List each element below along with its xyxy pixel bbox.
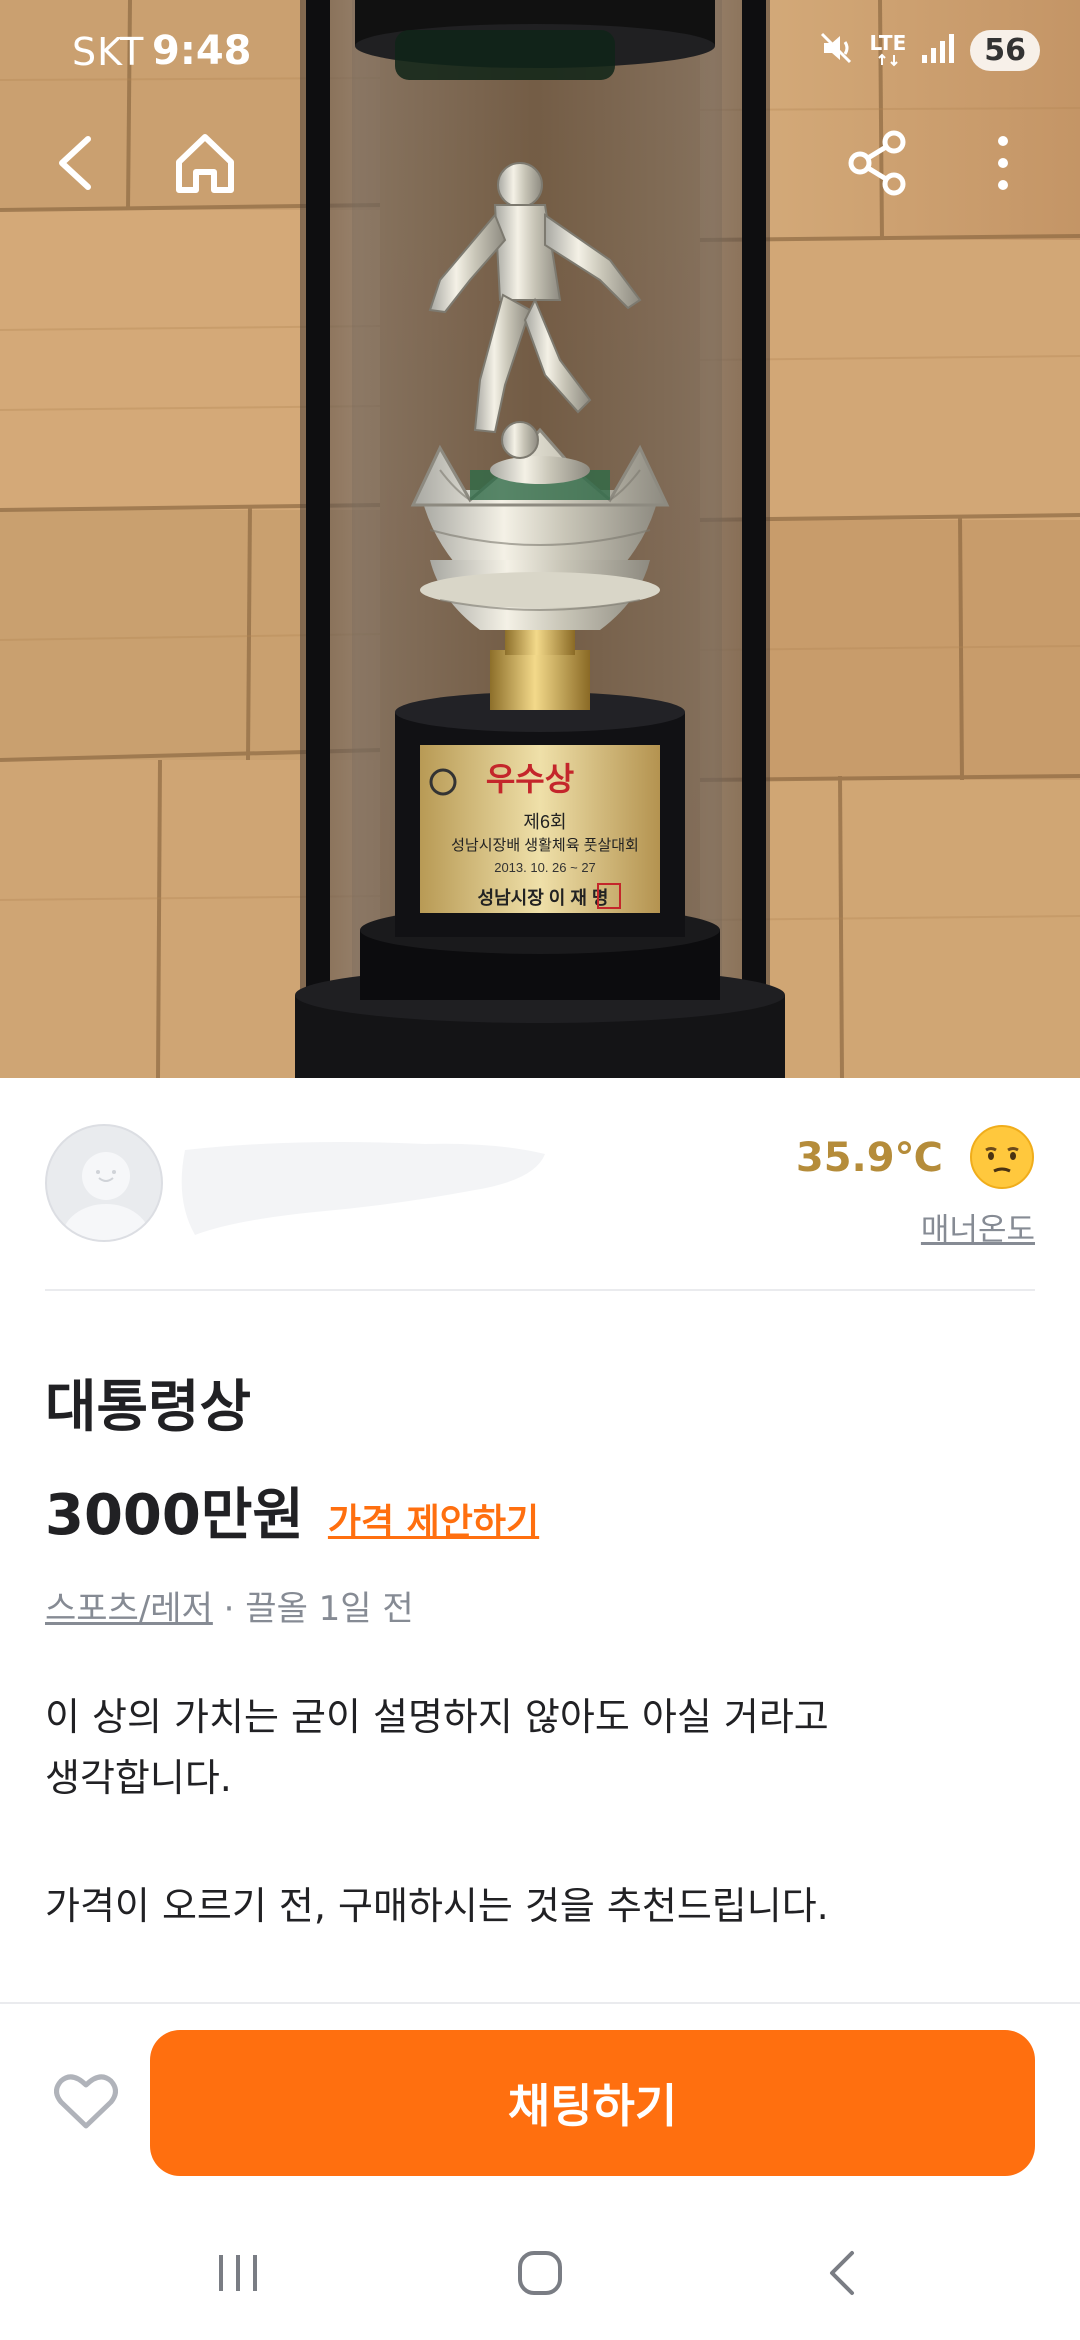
price-offer-link[interactable]: 가격 제안하기 — [328, 1493, 539, 1545]
plate-edition-text: 제6회 — [523, 812, 566, 832]
post-meta: 스포츠/레저 · 끌올 1일 전 — [45, 1581, 414, 1630]
manner-temperature: 35.9℃ — [795, 1135, 943, 1181]
carrier-label: SKT — [72, 30, 145, 74]
home-icon — [172, 130, 238, 200]
description-line: 가격이 오르기 전, 구매하시는 것을 추천드립니다. — [45, 1884, 829, 1928]
system-back-icon — [822, 2248, 862, 2302]
recent-apps-button[interactable] — [188, 2240, 288, 2310]
avatar[interactable] — [45, 1124, 163, 1242]
post-description: 이 상의 가치는 굳이 설명하지 않아도 아실 거라고 생각합니다. 가격이 오… — [45, 1687, 1035, 1937]
share-button[interactable] — [833, 120, 923, 210]
more-button[interactable] — [958, 120, 1048, 210]
description-line: 생각합니다. — [45, 1756, 232, 1800]
seller-profile[interactable]: 35.9℃ 매너온도 — [45, 1120, 1035, 1248]
lte-icon: LTE — [869, 31, 907, 67]
plate-award-text: 우수상 — [486, 761, 574, 797]
signal-icon — [920, 31, 956, 69]
default-avatar-icon — [62, 1152, 150, 1240]
more-vertical-icon — [993, 133, 1013, 197]
posted-time: 끌올 1일 전 — [245, 1589, 414, 1629]
mute-vibrate-icon — [816, 28, 856, 72]
plate-signer-text: 성남시장 이 재 명 — [478, 888, 609, 908]
meta-separator: · — [212, 1589, 246, 1629]
seller-name-redacted[interactable] — [175, 1120, 555, 1250]
top-nav — [0, 120, 1080, 210]
chat-button[interactable]: 채팅하기 — [150, 2030, 1035, 2176]
category-link[interactable]: 스포츠/레저 — [45, 1589, 213, 1629]
description-line: 이 상의 가치는 굳이 설명하지 않아도 아실 거라고 — [45, 1695, 829, 1739]
price: 3000만원 — [45, 1483, 304, 1548]
plate-event-text: 성남시장배 생활체육 풋살대회 — [451, 837, 639, 854]
back-button[interactable] — [30, 120, 120, 210]
post-title: 대통령상 — [45, 1375, 252, 1440]
recent-apps-icon — [213, 2251, 263, 2299]
home-button[interactable] — [160, 120, 250, 210]
back-arrow-icon — [50, 133, 100, 197]
manner-temperature-link[interactable]: 매너온도 — [921, 1204, 1035, 1249]
system-navigation-bar — [0, 2220, 1080, 2340]
product-photo[interactable]: 우수상 제6회 성남시장배 생활체육 풋살대회 2013. 10. 26 ~ 2… — [0, 0, 1080, 1078]
lte-label: LTE — [869, 31, 907, 55]
price-row: 3000만원 가격 제안하기 — [45, 1470, 539, 1551]
home-circle-icon — [515, 2248, 565, 2302]
battery-icon: 56 — [970, 29, 1040, 71]
system-back-button[interactable] — [792, 2240, 892, 2310]
manner-face-icon — [969, 1124, 1035, 1190]
status-clock: 9:48 — [152, 28, 252, 74]
status-bar: SKT 9:48 LTE 56 — [0, 0, 1080, 110]
heart-icon — [54, 2072, 118, 2134]
share-icon — [846, 130, 910, 200]
section-divider — [45, 1289, 1035, 1291]
status-icons: LTE 56 — [816, 28, 1040, 72]
bottom-bar-divider — [0, 2002, 1080, 2004]
like-button[interactable] — [48, 2068, 124, 2138]
system-home-button[interactable] — [490, 2240, 590, 2310]
plate-date-text: 2013. 10. 26 ~ 27 — [494, 860, 596, 875]
